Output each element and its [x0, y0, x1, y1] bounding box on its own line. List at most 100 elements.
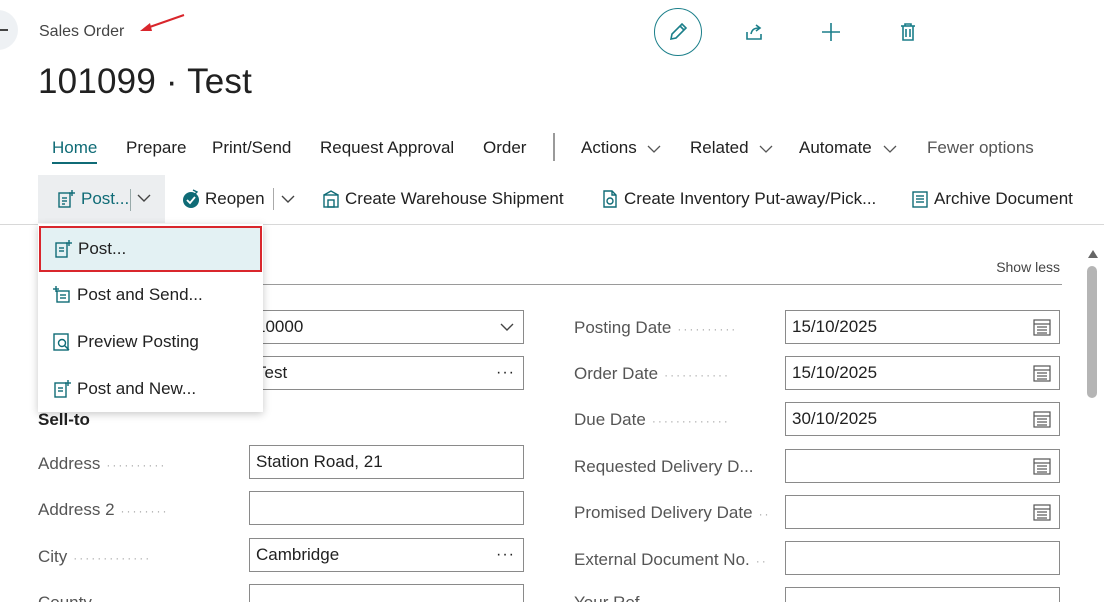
- tab-request-approval[interactable]: Request Approval: [320, 133, 454, 165]
- order-date-label-text: Order Date: [574, 364, 659, 383]
- promised-delivery-label-text: Promised Delivery Date: [574, 503, 753, 522]
- share-button[interactable]: [730, 8, 778, 56]
- external-doc-field[interactable]: [785, 541, 1060, 575]
- posting-date-label: Posting Date ··········: [574, 318, 738, 337]
- reopen-label: Reopen: [205, 189, 265, 208]
- page-title: 101099 · Test: [38, 62, 253, 101]
- show-less-link[interactable]: Show less: [996, 259, 1060, 275]
- delete-button[interactable]: [884, 8, 932, 56]
- your-ref-field[interactable]: [785, 587, 1060, 602]
- tab-separator: [553, 133, 555, 161]
- tab-print-send[interactable]: Print/Send: [212, 133, 291, 165]
- menu-item-post-label: Post...: [78, 239, 127, 258]
- county-label: County: [38, 592, 244, 602]
- calendar-icon[interactable]: [1033, 503, 1051, 521]
- tab-actions[interactable]: Actions: [581, 133, 661, 165]
- address2-label: Address 2 ········: [38, 500, 169, 519]
- promised-delivery-label: Promised Delivery Date ··: [574, 503, 771, 522]
- calendar-icon[interactable]: [1033, 457, 1051, 475]
- action-bar: Post... Reopen Create Warehouse Shipment…: [0, 175, 1104, 225]
- plus-icon: [822, 23, 840, 41]
- tab-automate[interactable]: Automate: [799, 133, 897, 165]
- post-icon: [55, 240, 72, 258]
- menu-item-preview-posting-label: Preview Posting: [77, 332, 199, 351]
- menu-item-post-and-new[interactable]: Post and New...: [38, 366, 263, 412]
- customer-name-field[interactable]: Test ···: [249, 356, 524, 390]
- menu-item-preview-posting[interactable]: Preview Posting: [38, 319, 263, 365]
- menu-item-post-and-send[interactable]: Post and Send...: [38, 272, 263, 318]
- tab-fewer-options[interactable]: Fewer options: [927, 133, 1034, 165]
- more-icon[interactable]: ···: [496, 357, 515, 389]
- calendar-icon[interactable]: [1033, 318, 1051, 336]
- posting-date-value: 15/10/2025: [792, 317, 878, 336]
- chevron-down-icon[interactable]: [499, 321, 515, 333]
- chevron-down-icon: [648, 145, 661, 153]
- your-ref-label: Your Ref: [574, 592, 780, 602]
- address2-field[interactable]: [249, 491, 524, 525]
- post-and-new-icon: [54, 380, 71, 398]
- address-label-text: Address: [38, 454, 101, 473]
- new-button[interactable]: [807, 8, 855, 56]
- pencil-icon: [669, 22, 688, 41]
- tab-related-label: Related: [690, 138, 749, 157]
- scrollbar-thumb[interactable]: [1087, 266, 1097, 398]
- requested-delivery-field[interactable]: [785, 449, 1060, 483]
- share-icon: [746, 24, 762, 40]
- archive-document-label: Archive Document: [934, 189, 1073, 208]
- due-date-label-text: Due Date: [574, 410, 646, 429]
- customer-no-value: 10000: [256, 317, 304, 336]
- sell-to-heading: Sell-to: [38, 410, 90, 429]
- trash-icon: [901, 23, 915, 41]
- reopen-button[interactable]: Reopen: [181, 175, 296, 223]
- post-icon: [58, 190, 75, 208]
- archive-document-button[interactable]: Archive Document: [910, 175, 1073, 223]
- vertical-scrollbar[interactable]: [1082, 246, 1104, 602]
- page-caption: Sales Order: [39, 23, 125, 40]
- chevron-down-icon[interactable]: [280, 193, 296, 205]
- post-split-button[interactable]: Post...: [38, 175, 165, 223]
- split-divider: [130, 189, 131, 211]
- edit-button[interactable]: [654, 8, 702, 56]
- address-field[interactable]: Station Road, 21: [249, 445, 524, 479]
- requested-delivery-label: Requested Delivery D...: [574, 457, 780, 477]
- city-label-text: City: [38, 547, 68, 566]
- split-divider: [272, 188, 274, 210]
- county-field[interactable]: [249, 584, 524, 602]
- posting-date-label-text: Posting Date: [574, 318, 672, 337]
- menu-item-post-and-send-label: Post and Send...: [77, 285, 203, 304]
- order-date-field[interactable]: 15/10/2025: [785, 356, 1060, 390]
- posting-date-field[interactable]: 15/10/2025: [785, 310, 1060, 344]
- reopen-icon: [183, 189, 199, 208]
- tab-related[interactable]: Related: [690, 133, 773, 165]
- calendar-icon[interactable]: [1033, 410, 1051, 428]
- chevron-down-icon[interactable]: [136, 192, 152, 204]
- create-warehouse-shipment-button[interactable]: Create Warehouse Shipment: [321, 175, 564, 223]
- city-field[interactable]: Cambridge ···: [249, 538, 524, 572]
- due-date-value: 30/10/2025: [792, 409, 878, 428]
- tab-prepare[interactable]: Prepare: [126, 133, 186, 165]
- city-value: Cambridge: [256, 545, 340, 564]
- promised-delivery-field[interactable]: [785, 495, 1060, 529]
- external-doc-label: External Document No. ··: [574, 550, 768, 569]
- warehouse-shipment-icon: [323, 190, 339, 208]
- back-button[interactable]: [0, 10, 18, 50]
- post-button-label: Post...: [81, 189, 130, 208]
- tab-home[interactable]: Home: [52, 133, 98, 165]
- external-doc-label-text: External Document No.: [574, 550, 750, 569]
- inventory-pick-icon: [603, 190, 617, 208]
- address-label: Address ··········: [38, 454, 167, 473]
- menu-item-post[interactable]: Post...: [39, 226, 262, 272]
- chevron-down-icon: [759, 145, 773, 153]
- preview-posting-icon: [53, 333, 70, 351]
- calendar-icon[interactable]: [1033, 364, 1051, 382]
- address2-label-text: Address 2: [38, 500, 115, 519]
- more-icon[interactable]: ···: [496, 539, 515, 571]
- annotation-arrow: [140, 14, 185, 31]
- due-date-field[interactable]: 30/10/2025: [785, 402, 1060, 436]
- customer-no-field[interactable]: 10000: [249, 310, 524, 344]
- create-inventory-button[interactable]: Create Inventory Put-away/Pick...: [600, 175, 876, 223]
- scroll-up-icon[interactable]: [1088, 250, 1098, 258]
- tab-actions-label: Actions: [581, 138, 637, 157]
- requested-delivery-label-text: Requested Delivery D...: [574, 457, 754, 476]
- tab-order[interactable]: Order: [483, 133, 526, 165]
